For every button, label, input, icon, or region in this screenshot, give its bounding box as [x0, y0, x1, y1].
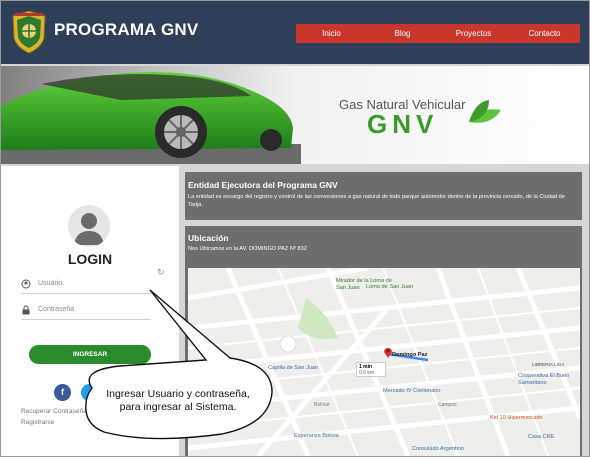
entity-description: La entidad es encargo del registro y con…	[188, 194, 565, 208]
map-label-campos: Campos	[438, 402, 457, 408]
register-link[interactable]: Registrarse	[21, 419, 54, 426]
recover-password-link[interactable]: Recuperar Contraseña	[21, 408, 87, 415]
map-label-mercado: Mercado IV Centenario	[383, 388, 441, 394]
callout-text: Ingresar Usuario y contraseña, para ingr…	[88, 388, 268, 414]
map-label-cooperativa: Cooperativa El Buen Samaritano	[518, 373, 570, 386]
password-field[interactable]: Contraseña	[21, 303, 151, 320]
map-label-bolivar: Bolívar	[314, 402, 330, 408]
map-label-esperanza: Esperanza Bolivia	[294, 433, 339, 439]
nav-proyectos[interactable]: Proyectos	[438, 29, 509, 38]
map-label-capilla: Capilla de San Juan	[268, 365, 319, 371]
location-title: Ubicación	[188, 233, 229, 243]
banner-gnv-title: GNV	[367, 109, 439, 139]
map-label-casa: Casa CRE	[528, 434, 555, 440]
login-submit-button[interactable]: INGRESAR	[29, 345, 151, 364]
route-info-card: 1 min 0.6 km	[356, 362, 386, 377]
main-nav: Inicio Blog Proyectos Contacto	[296, 24, 580, 43]
map-label-domingo-paz: Domingo Paz	[392, 352, 428, 358]
route-distance: 0.6 km	[359, 370, 375, 376]
nav-inicio[interactable]: Inicio	[296, 29, 367, 38]
username-field[interactable]: Usuario.	[21, 277, 151, 294]
logo-emblem	[12, 10, 46, 54]
map-label-consulado: Consulado Argentino	[412, 446, 464, 452]
login-title: LOGIN	[67, 251, 113, 267]
lock-icon	[22, 305, 30, 315]
map-label-hipermercado: Kid 10 Hipermercado	[490, 415, 543, 421]
user-icon	[21, 279, 31, 289]
callout-line-1: Ingresar Usuario y contraseña,	[106, 388, 250, 400]
location-map[interactable]: Mirador de la Loma de San Juan Loma de S…	[188, 268, 580, 456]
nav-contacto[interactable]: Contacto	[509, 29, 580, 38]
hero-banner: Gas Natural Vehicular GNV	[1, 66, 589, 164]
map-label-libreria: LIBRERIA LIGA	[532, 362, 565, 367]
site-header: PROGRAMA GNV Inicio Blog Proyectos Conta…	[1, 1, 589, 64]
password-placeholder: Contraseña	[38, 306, 75, 313]
site-brand[interactable]: PROGRAMA GNV	[54, 20, 198, 40]
nav-blog[interactable]: Blog	[367, 29, 438, 38]
refresh-icon[interactable]: ↻	[157, 267, 165, 278]
banner-car-image	[1, 66, 589, 164]
callout-line-2: para ingresar al Sistema.	[119, 401, 237, 413]
map-label-loma: Loma de San Juan	[366, 284, 413, 290]
entity-title: Entidad Ejecutora del Programa GNV	[188, 180, 338, 190]
location-address: Nos Ubicamos en la AV. DOMINGO PAZ Nº 83…	[188, 246, 307, 252]
entity-info-box: Entidad Ejecutora del Programa GNV La en…	[185, 172, 582, 220]
username-placeholder: Usuario.	[38, 280, 65, 287]
facebook-icon[interactable]: f	[54, 384, 71, 401]
user-avatar-icon	[68, 205, 110, 247]
